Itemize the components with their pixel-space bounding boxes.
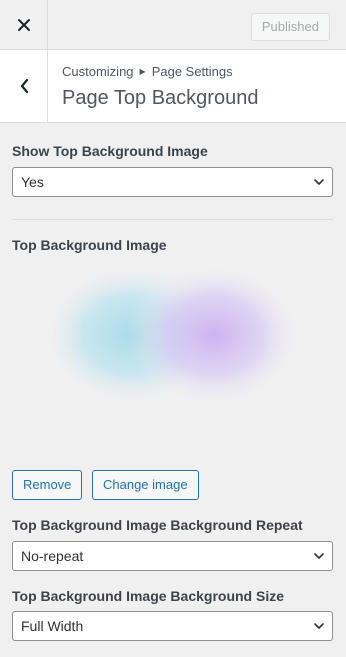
breadcrumb-item-customizing: Customizing (62, 64, 134, 79)
size-select[interactable]: Full Width (12, 611, 333, 641)
chevron-down-icon (314, 623, 324, 629)
image-preview[interactable] (12, 257, 333, 457)
chevron-down-icon (314, 179, 324, 185)
breadcrumb-item-page-settings: Page Settings (151, 64, 233, 79)
section-header: Customizing ▶ Page Settings Page Top Bac… (0, 50, 346, 123)
divider (12, 219, 333, 220)
customizer-topbar: Published (0, 0, 346, 50)
image-label: Top Background Image (12, 237, 167, 253)
size-select-value: Full Width (21, 618, 84, 634)
chevron-down-icon (314, 553, 324, 559)
breadcrumb: Customizing ▶ Page Settings (62, 64, 233, 79)
close-customizer-button[interactable] (0, 0, 48, 50)
triangle-right-icon: ▶ (139, 67, 146, 76)
close-icon (17, 19, 30, 31)
back-button[interactable] (0, 50, 48, 122)
publish-button[interactable]: Published (250, 13, 330, 41)
change-image-button[interactable]: Change image (92, 470, 199, 500)
remove-image-button[interactable]: Remove (12, 470, 83, 500)
page-title: Page Top Background (62, 87, 259, 109)
repeat-select-value: No-repeat (21, 548, 84, 564)
chevron-left-icon (20, 78, 28, 94)
size-label: Top Background Image Background Size (12, 588, 285, 604)
repeat-label: Top Background Image Background Repeat (12, 517, 303, 533)
show-image-label: Show Top Background Image (12, 143, 208, 159)
repeat-select[interactable]: No-repeat (12, 541, 333, 571)
image-preview-graphic (42, 263, 302, 407)
show-image-select-value: Yes (21, 174, 44, 190)
show-image-select[interactable]: Yes (12, 167, 333, 197)
